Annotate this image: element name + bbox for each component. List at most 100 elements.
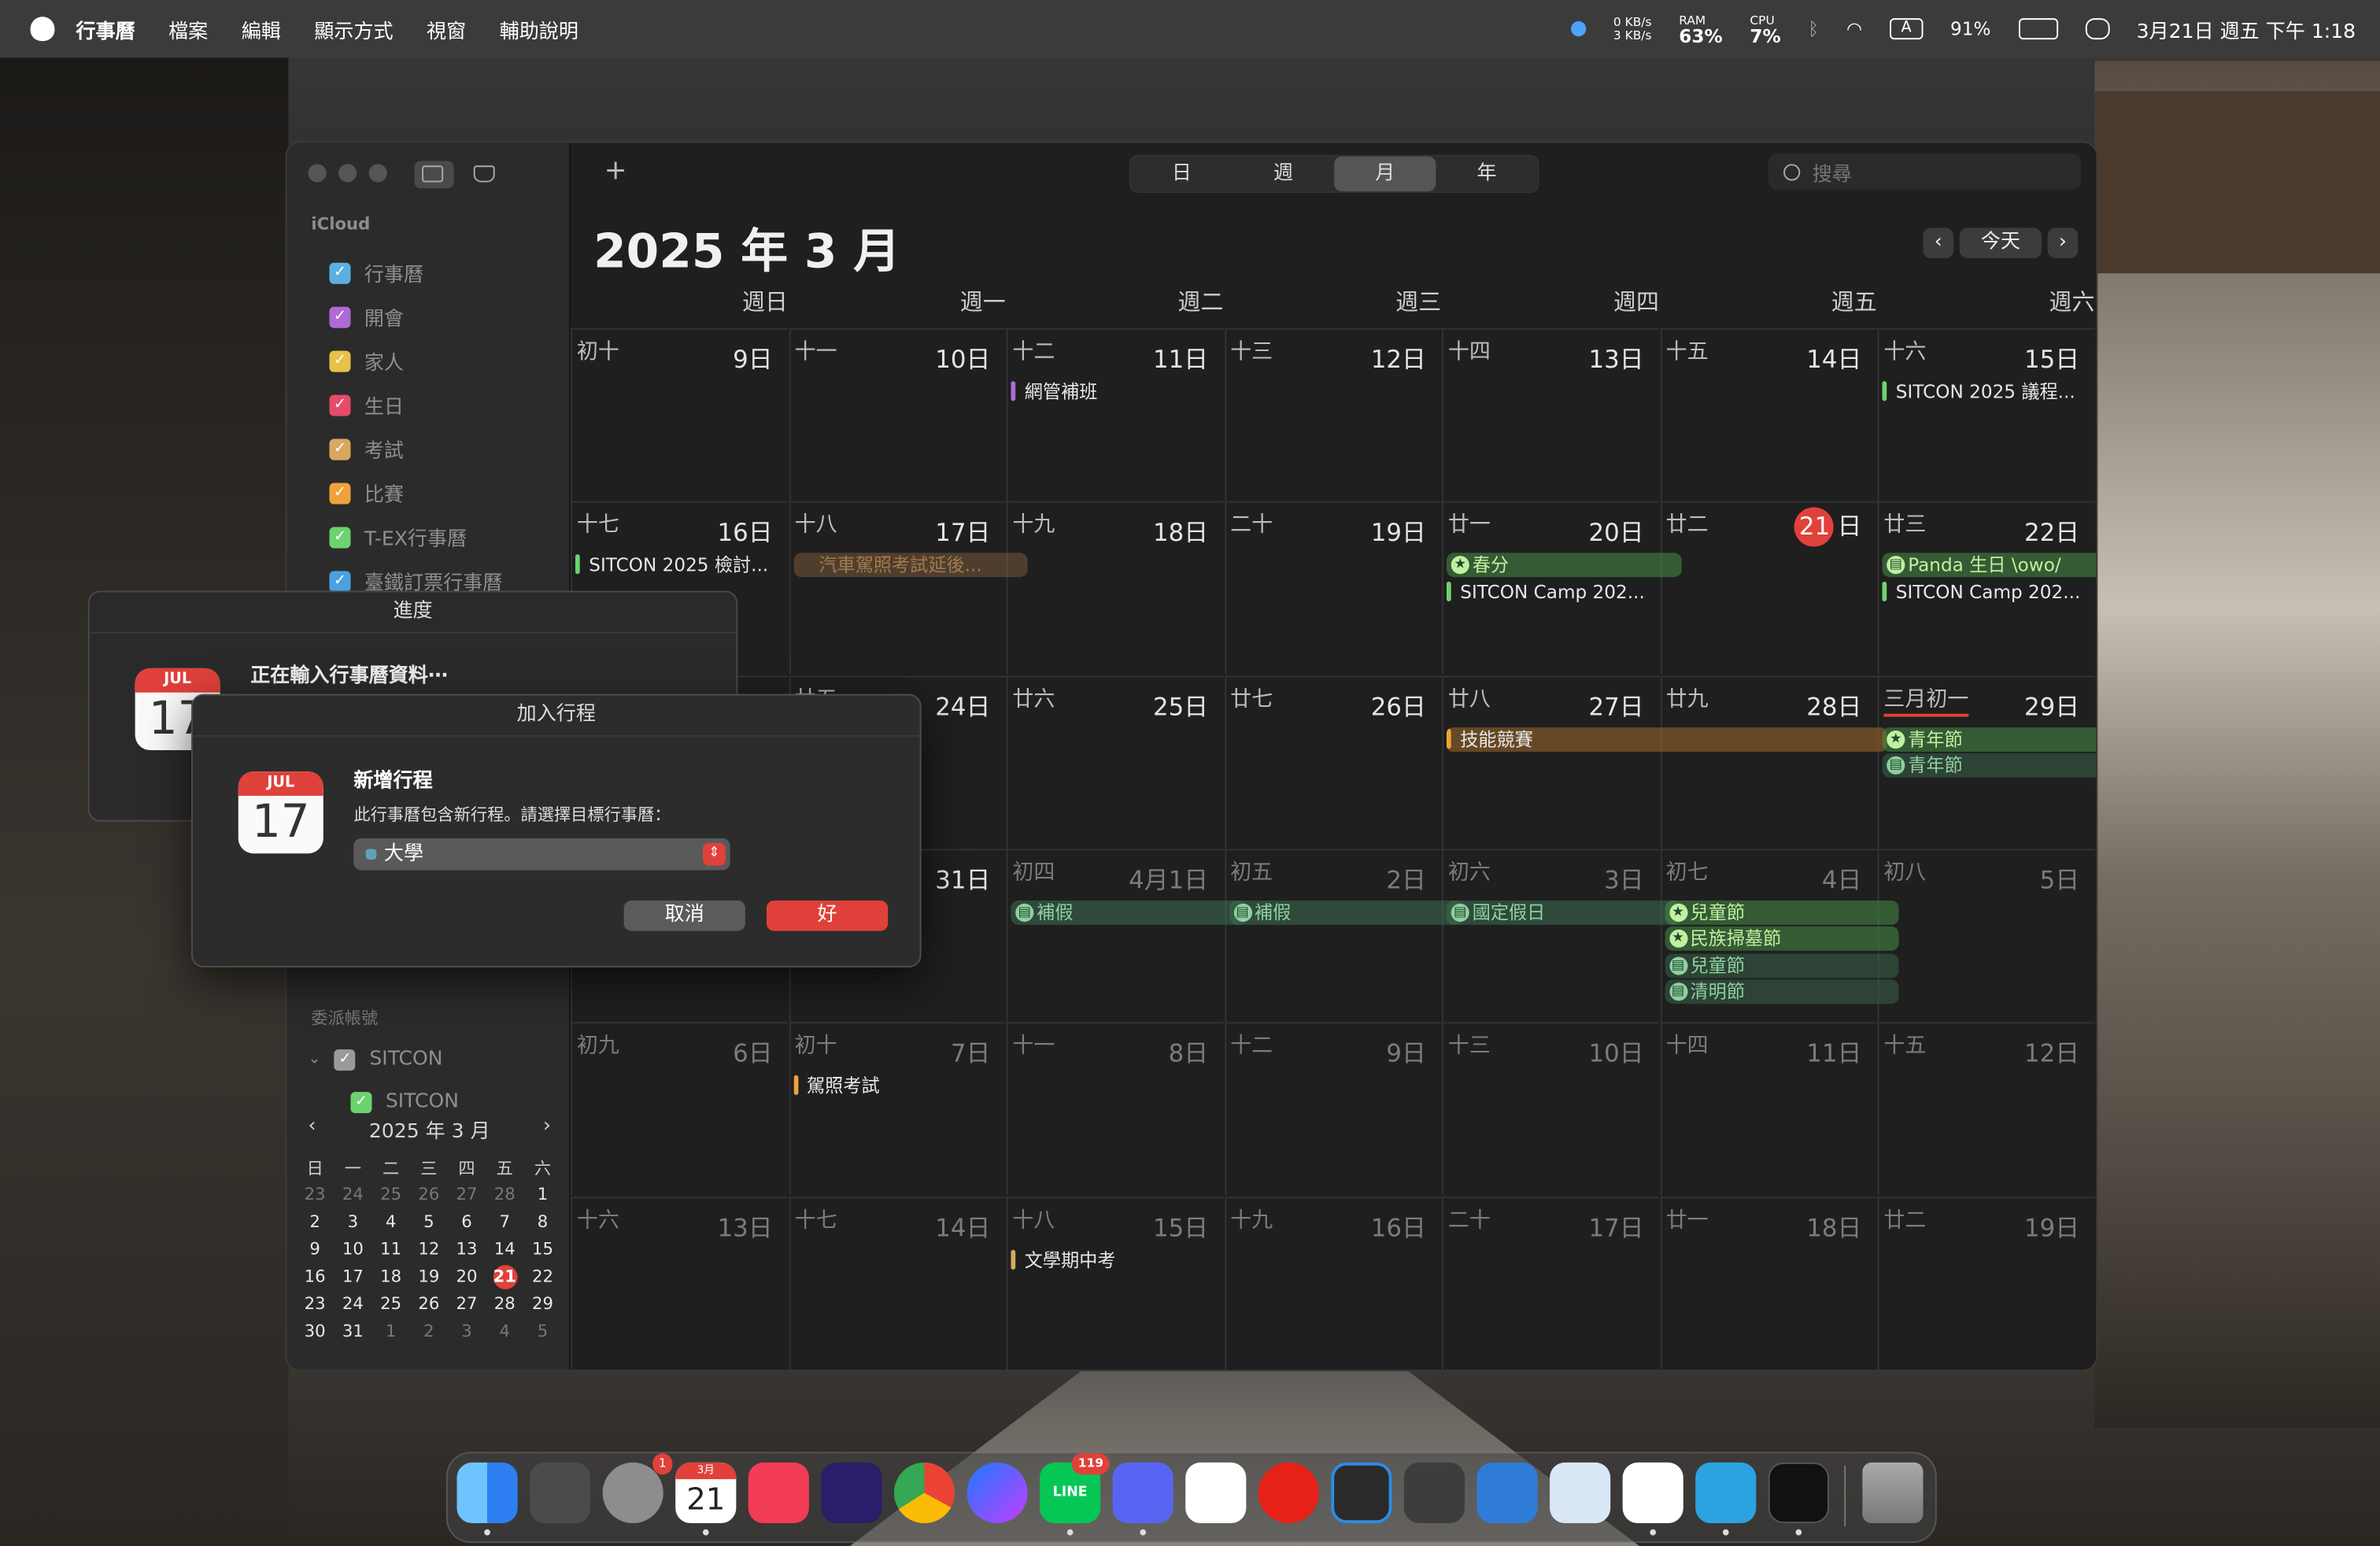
day-cell[interactable]: 初八 5日 (1877, 849, 2095, 1023)
telegram-icon[interactable] (1695, 1462, 1757, 1524)
bluetooth-icon[interactable]: ᛒ (1808, 18, 1819, 39)
calendar-checkbox[interactable]: ✓ (329, 526, 351, 548)
cancel-button[interactable]: 取消 (623, 901, 745, 931)
discord-icon[interactable] (1112, 1462, 1173, 1524)
mini-day[interactable]: 7 (499, 1212, 510, 1232)
calendar-event[interactable]: 文學期中考 (1011, 1248, 1233, 1272)
mini-day[interactable]: 22 (532, 1267, 553, 1286)
sidebar-calendar-item[interactable]: ✓ 考試 (329, 435, 404, 463)
mini-day[interactable]: 20 (456, 1267, 478, 1286)
day-cell[interactable]: 初六 3日 (1442, 849, 1659, 1023)
mini-day[interactable]: 15 (532, 1239, 553, 1259)
calendar-event[interactable]: SITCON Camp 202... (1882, 580, 2096, 605)
mini-day[interactable]: 5 (538, 1321, 549, 1341)
calendar-checkbox[interactable]: ✓ (329, 438, 351, 460)
input-method-icon[interactable]: A (1889, 18, 1924, 40)
notion-icon[interactable] (1185, 1462, 1247, 1524)
calendar-event[interactable]: ★ 春分 (1446, 553, 1681, 578)
next-month-button[interactable]: › (2047, 227, 2079, 258)
prev-month-button[interactable]: ‹ (1923, 227, 1954, 258)
control-center-icon[interactable] (2085, 18, 2109, 40)
day-cell[interactable]: 十八 15日 (1006, 1196, 1224, 1370)
mini-day[interactable]: 29 (532, 1294, 553, 1314)
mini-day[interactable]: 1 (386, 1321, 397, 1341)
sidebar-calendar-item[interactable]: ✓ 開會 (329, 302, 404, 331)
system-settings-icon[interactable]: 1 (602, 1453, 673, 1524)
calendar-event[interactable]: 駕照考試 (793, 1074, 1016, 1098)
calendar-event[interactable]: ▤ 兒童節 (1664, 953, 1899, 978)
mini-day[interactable]: 23 (305, 1294, 326, 1314)
mini-day[interactable]: 25 (380, 1294, 401, 1314)
cpu-stat[interactable]: CPU 7% (1750, 13, 1780, 45)
vscode-icon[interactable] (1331, 1462, 1392, 1524)
mini-day[interactable]: 4 (499, 1321, 510, 1341)
terminal-icon[interactable] (1768, 1462, 1829, 1524)
calendar-checkbox[interactable]: ✓ (329, 350, 351, 372)
day-cell[interactable]: 十一 8日 (1006, 1022, 1224, 1196)
sublime-icon[interactable] (1403, 1462, 1465, 1524)
close-button[interactable] (308, 164, 327, 183)
day-cell[interactable]: 廿七 26日 (1224, 675, 1442, 849)
calendar-checkbox[interactable]: ✓ (329, 261, 351, 283)
day-cell[interactable]: 十五 12日 (1877, 1022, 2095, 1196)
day-cell[interactable]: 十六 15日 (1877, 327, 2095, 501)
day-cell[interactable]: 十六 13日 (571, 1196, 788, 1370)
ok-button[interactable]: 好 (766, 901, 889, 931)
mini-day[interactable]: 17 (342, 1267, 364, 1286)
network-stat[interactable]: 0 KB/s 3 KB/s (1613, 15, 1652, 43)
calendar-event[interactable]: 技能競賽 (1446, 727, 1887, 752)
launchpad-icon[interactable] (530, 1462, 591, 1524)
day-cell[interactable]: 十八 17日 (788, 501, 1006, 675)
day-cell[interactable]: 十二 9日 (1224, 1022, 1442, 1196)
day-cell[interactable]: 廿九 28日 (1659, 675, 1877, 849)
calendar-list-toggle[interactable] (414, 161, 454, 189)
sidebar-calendar-item[interactable]: ✓ 行事曆 (329, 258, 423, 287)
music-icon[interactable] (748, 1462, 809, 1524)
trash-icon[interactable] (1862, 1462, 1924, 1524)
day-cell[interactable]: 廿八 27日 (1442, 675, 1659, 849)
menu-window[interactable]: 視窗 (427, 14, 466, 43)
minimize-button[interactable] (338, 164, 357, 183)
finder-icon[interactable] (456, 1462, 518, 1524)
mini-day[interactable]: 24 (342, 1185, 364, 1204)
mini-day[interactable]: 9 (309, 1239, 320, 1259)
today-button[interactable]: 今天 (1959, 227, 2042, 258)
mini-day[interactable]: 2 (309, 1212, 320, 1232)
sidebar-calendar-item[interactable]: ✓ T-EX行事曆 (329, 523, 467, 551)
mini-day[interactable]: 24 (342, 1294, 364, 1314)
calendar-event[interactable]: SITCON Camp 202... (1446, 580, 1669, 605)
mini-day[interactable]: 31 (342, 1321, 364, 1341)
mini-day[interactable]: 1 (538, 1185, 549, 1204)
day-cell[interactable]: 二十 17日 (1442, 1196, 1659, 1370)
menubar-clock[interactable]: 3月21日 週五 下午 1:18 (2137, 14, 2356, 43)
day-cell[interactable]: 初十 7日 (788, 1022, 1006, 1196)
mini-next-icon[interactable]: › (543, 1115, 551, 1144)
remote-desktop-icon[interactable] (1476, 1462, 1538, 1524)
mini-day[interactable]: 3 (348, 1212, 358, 1232)
mini-day[interactable]: 2 (423, 1321, 434, 1341)
mini-day[interactable]: 16 (305, 1267, 326, 1286)
mini-day[interactable]: 14 (494, 1239, 516, 1259)
calendar-checkbox[interactable]: ✓ (329, 305, 351, 327)
day-cell[interactable]: 廿二 21 日 (1659, 501, 1877, 675)
day-cell[interactable]: 十九 16日 (1224, 1196, 1442, 1370)
menu-view[interactable]: 顯示方式 (314, 14, 393, 43)
mini-day[interactable]: 28 (494, 1294, 516, 1314)
day-cell[interactable]: 十三 10日 (1442, 1022, 1659, 1196)
calendar-event[interactable]: ▤ Panda 生日 \owo/ (1882, 553, 2097, 578)
blue-dot-icon[interactable] (1570, 21, 1587, 37)
calendar-event[interactable]: 網管補班 (1011, 379, 1233, 404)
sidebar-calendar-item[interactable]: ✓ 家人 (329, 346, 404, 375)
mini-day[interactable]: 25 (380, 1185, 401, 1204)
mini-day[interactable]: 30 (305, 1321, 326, 1341)
mini-day[interactable]: 26 (418, 1185, 439, 1204)
day-cell[interactable]: 初九 6日 (571, 1022, 788, 1196)
mini-day[interactable]: 26 (418, 1294, 439, 1314)
mini-day[interactable]: 18 (380, 1267, 401, 1286)
mini-day[interactable]: 19 (418, 1267, 439, 1286)
search-field[interactable]: 搜尋 (1768, 153, 2082, 190)
calendar-event[interactable]: SITCON 2025 檢討... (575, 553, 798, 578)
calendar-event[interactable]: ★ 兒童節 (1664, 900, 1899, 925)
wifi-icon[interactable]: ◠ (1846, 18, 1862, 39)
sitcon-checkbox[interactable]: ✓ (350, 1091, 372, 1113)
